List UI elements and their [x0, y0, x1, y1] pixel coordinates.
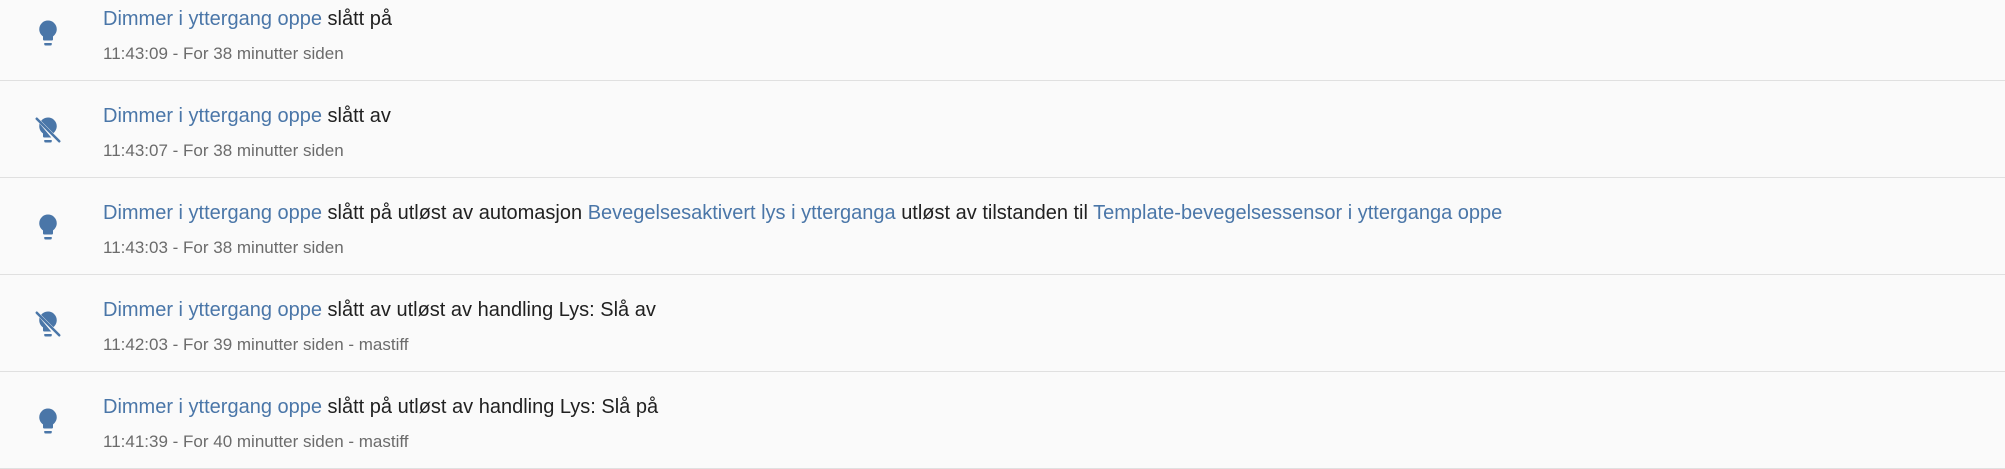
automation-link[interactable]: Bevegelsesaktivert lys i ytterganga [588, 202, 896, 224]
entity-link[interactable]: Dimmer i yttergang oppe [103, 105, 322, 127]
entry-message: Dimmer i yttergang oppe slått på [103, 8, 392, 31]
entry-timestamp: 11:42:03 - For 39 minutter siden - masti… [103, 335, 409, 354]
entity-link[interactable]: Dimmer i yttergang oppe [103, 299, 322, 321]
logbook-list: Dimmer i yttergang oppe slått på 11:43:0… [0, 0, 2005, 469]
entry-action: slått på utløst av automasjon [327, 202, 583, 224]
list-item: Dimmer i yttergang oppe slått av utløst … [0, 275, 2005, 372]
entry-timestamp: 11:41:39 - For 40 minutter siden - masti… [103, 432, 409, 451]
entity-link[interactable]: Dimmer i yttergang oppe [103, 8, 322, 30]
entry-message: Dimmer i yttergang oppe slått på utløst … [103, 396, 658, 419]
entity-link[interactable]: Dimmer i yttergang oppe [103, 202, 322, 224]
entry-trigger-text: utløst av tilstanden til [901, 202, 1088, 224]
entry-action: slått av utløst av handling Lys: Slå av [327, 299, 656, 321]
entry-action: slått på utløst av handling Lys: Slå på [327, 396, 659, 418]
entry-message: Dimmer i yttergang oppe slått på utløst … [103, 202, 1502, 225]
entry-timestamp: 11:43:09 - For 38 minutter siden [103, 44, 344, 63]
list-item: Dimmer i yttergang oppe slått på 11:43:0… [0, 0, 2005, 81]
lightbulb-icon [33, 18, 63, 48]
list-item: Dimmer i yttergang oppe slått av 11:43:0… [0, 81, 2005, 178]
entry-message: Dimmer i yttergang oppe slått av utløst … [103, 299, 656, 322]
lightbulb-off-icon [33, 115, 63, 145]
list-item: Dimmer i yttergang oppe slått på utløst … [0, 178, 2005, 275]
sensor-link[interactable]: Template-bevegelsessensor i ytterganga o… [1093, 202, 1502, 224]
entry-timestamp: 11:43:03 - For 38 minutter siden [103, 238, 344, 257]
lightbulb-icon [33, 212, 63, 242]
entry-action: slått av [327, 105, 391, 127]
entry-timestamp: 11:43:07 - For 38 minutter siden [103, 141, 344, 160]
entity-link[interactable]: Dimmer i yttergang oppe [103, 396, 322, 418]
lightbulb-icon [33, 406, 63, 436]
lightbulb-off-icon [33, 309, 63, 339]
entry-message: Dimmer i yttergang oppe slått av [103, 105, 391, 128]
entry-action: slått på [327, 8, 393, 30]
list-item: Dimmer i yttergang oppe slått på utløst … [0, 372, 2005, 469]
